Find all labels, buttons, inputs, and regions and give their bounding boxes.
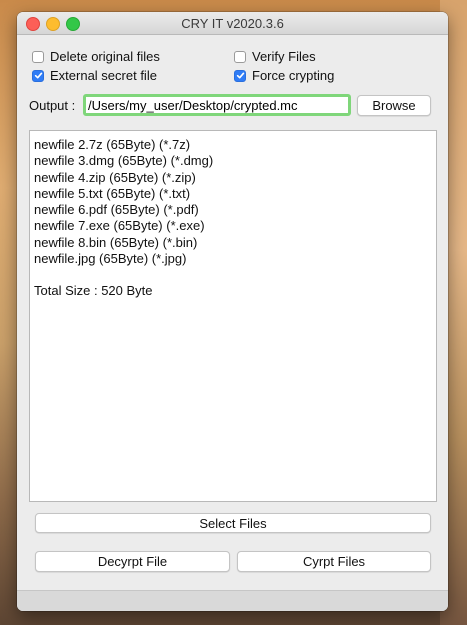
force-crypting-label: Force crypting [252,68,335,83]
crypt-files-button[interactable]: Cyrpt Files [237,551,431,572]
checkbox-unchecked-icon[interactable] [32,50,44,63]
list-item[interactable]: newfile 7.exe (65Byte) (*.exe) [34,218,432,234]
output-path-input[interactable] [83,94,351,116]
list-item[interactable]: newfile 3.dmg (65Byte) (*.dmg) [34,153,432,169]
list-item[interactable]: newfile 5.txt (65Byte) (*.txt) [34,186,432,202]
total-size-text: Total Size : 520 Byte [34,283,153,299]
app-window: CRY IT v2020.3.6 Delete original files V… [17,12,448,611]
output-label: Output : [29,98,76,113]
checkbox-unchecked-icon[interactable] [234,50,246,63]
list-item[interactable]: newfile.jpg (65Byte) (*.jpg) [34,251,432,267]
file-list[interactable]: newfile 2.7z (65Byte) (*.7z) newfile 3.d… [29,130,437,502]
status-bar [17,590,448,611]
title-bar: CRY IT v2020.3.6 [17,12,448,35]
decrypt-file-button[interactable]: Decyrpt File [35,551,230,572]
delete-original-label: Delete original files [50,49,160,64]
verify-files-checkbox[interactable]: Verify Files [234,49,316,64]
checkmark-icon[interactable] [234,69,246,82]
list-item[interactable]: newfile 8.bin (65Byte) (*.bin) [34,235,432,251]
window-title: CRY IT v2020.3.6 [181,16,284,31]
delete-original-checkbox[interactable]: Delete original files [32,49,160,64]
external-secret-checkbox[interactable]: External secret file [32,68,157,83]
list-item[interactable]: newfile 2.7z (65Byte) (*.7z) [34,137,432,153]
list-item[interactable]: newfile 6.pdf (65Byte) (*.pdf) [34,202,432,218]
verify-files-label: Verify Files [252,49,316,64]
force-crypting-checkbox[interactable]: Force crypting [234,68,334,83]
select-files-button[interactable]: Select Files [35,513,431,533]
browse-button[interactable]: Browse [357,95,431,116]
external-secret-label: External secret file [50,68,157,83]
checkmark-icon[interactable] [32,69,44,82]
list-item[interactable]: newfile 4.zip (65Byte) (*.zip) [34,170,432,186]
